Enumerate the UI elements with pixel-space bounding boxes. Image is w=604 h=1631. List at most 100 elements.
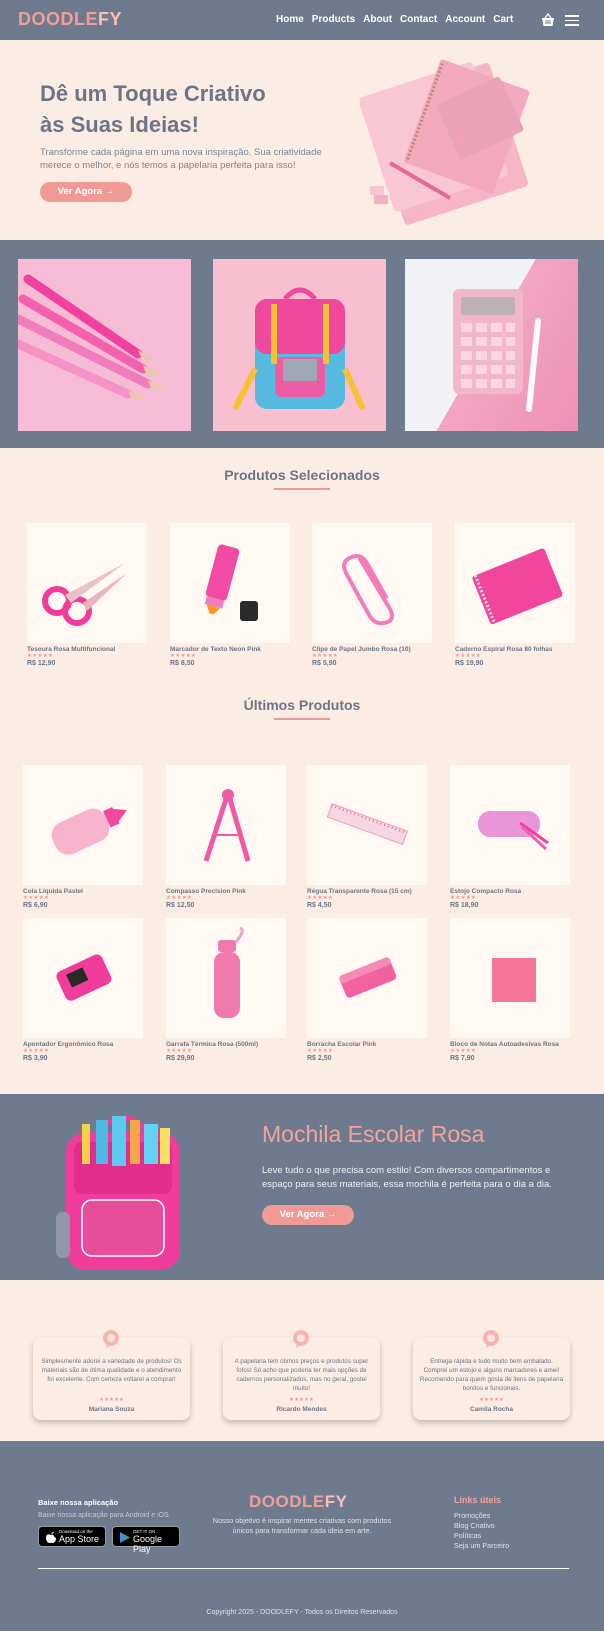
app-download-title: Baixe nossa aplicação bbox=[38, 1498, 119, 1507]
rating-stars: ★★★★★ bbox=[166, 895, 193, 901]
compass-image bbox=[166, 765, 286, 885]
product-name: Clipe de Papel Jumbo Rosa (10) bbox=[312, 646, 411, 653]
footer-link-blog[interactable]: Blog Criativo bbox=[454, 1521, 509, 1531]
product-card[interactable]: Cola Líquida Pastel ★★★★★ R$ 6,90 bbox=[23, 765, 143, 909]
category-strip bbox=[0, 240, 604, 448]
footer-link-parceiro[interactable]: Seja um Parceiro bbox=[454, 1541, 509, 1551]
backpack-image[interactable] bbox=[213, 259, 386, 431]
sticky-notes-image bbox=[450, 918, 570, 1038]
rating-stars: ★★★★★ bbox=[450, 895, 477, 901]
nav-products[interactable]: Products bbox=[312, 14, 355, 25]
scissors-image bbox=[27, 523, 147, 643]
product-price: R$ 29,90 bbox=[166, 1055, 195, 1062]
testimonial-author: Mariana Souza bbox=[88, 1406, 135, 1413]
footer-links: Promoções Blog Criativo Políticas Seja u… bbox=[454, 1511, 509, 1551]
navbar: DOODLEFY Home Products About Contact Acc… bbox=[0, 0, 604, 40]
logo[interactable]: DOODLEFY bbox=[18, 9, 122, 30]
footer-links-title: Links úteis bbox=[454, 1495, 502, 1505]
speech-bubble-icon bbox=[293, 1330, 309, 1348]
footer-link-promocoes[interactable]: Promoções bbox=[454, 1511, 509, 1521]
google-play-button[interactable]: GET IT ON Google Play bbox=[112, 1526, 180, 1554]
rating-stars: ★★★★★ bbox=[289, 1397, 314, 1403]
testimonial-text: A papelaria tem ótimos preços e produtos… bbox=[234, 1358, 369, 1392]
speech-bubble-icon bbox=[483, 1330, 499, 1348]
product-card[interactable]: Estojo Compacto Rosa ★★★★★ R$ 18,90 bbox=[450, 765, 570, 909]
pencils-image[interactable] bbox=[18, 259, 191, 431]
footer-divider bbox=[38, 1568, 569, 1569]
highlighter-image bbox=[170, 523, 290, 643]
rating-stars: ★★★★★ bbox=[307, 1048, 334, 1054]
sharpener-image bbox=[23, 918, 143, 1038]
feature-title: Mochila Escolar Rosa bbox=[262, 1121, 485, 1147]
product-name: Borracha Escolar Pink bbox=[307, 1041, 377, 1048]
testimonial-card: Entrega rápida e tudo muito bem embalado… bbox=[413, 1330, 570, 1420]
copyright: Copyright 2025 - DOODLEFY - Todos os Dir… bbox=[206, 1609, 398, 1616]
product-price: R$ 19,90 bbox=[455, 660, 484, 667]
product-price: R$ 8,50 bbox=[170, 660, 195, 667]
rating-stars: ★★★★★ bbox=[99, 1397, 124, 1403]
feature-cta-button[interactable]: Ver Agora → bbox=[262, 1205, 354, 1225]
footer-logo[interactable]: DOODLEFY bbox=[249, 1492, 347, 1512]
rating-stars: ★★★★★ bbox=[312, 653, 339, 659]
product-name: Estojo Compacto Rosa bbox=[450, 888, 522, 895]
product-price: R$ 2,50 bbox=[307, 1055, 332, 1062]
rating-stars: ★★★★★ bbox=[307, 895, 334, 901]
testimonial-author: Camila Rocha bbox=[470, 1406, 513, 1413]
hero-cta-button[interactable]: Ver Agora → bbox=[40, 182, 132, 202]
product-price: R$ 18,90 bbox=[450, 902, 479, 909]
nav-about[interactable]: About bbox=[363, 14, 392, 25]
selected-section-title: Produtos Selecionados bbox=[224, 467, 380, 483]
footer-link-politicas[interactable]: Políticas bbox=[454, 1531, 509, 1541]
basket-icon[interactable] bbox=[540, 12, 556, 28]
product-card[interactable]: Marcador de Texto Neon Pink ★★★★★ R$ 8,5… bbox=[170, 523, 290, 667]
app-store-button[interactable]: Download on the App Store bbox=[38, 1526, 106, 1547]
nav-links: Home Products About Contact Account Cart bbox=[276, 14, 513, 25]
product-card[interactable]: Régua Transparente Rosa (15 cm) ★★★★★ R$… bbox=[307, 765, 427, 909]
app-download-subtitle: Baixe nossa aplicação para Android e iOS bbox=[38, 1512, 169, 1519]
hamburger-icon[interactable] bbox=[565, 15, 579, 26]
product-card[interactable]: Clipe de Papel Jumbo Rosa (10) ★★★★★ R$ … bbox=[312, 523, 432, 667]
testimonial-card: Simplesmente adorei a variedade de produ… bbox=[33, 1330, 190, 1420]
rating-stars: ★★★★★ bbox=[455, 653, 482, 659]
footer: Baixe nossa aplicação Baixe nossa aplica… bbox=[0, 1441, 604, 1631]
product-card[interactable]: Garrafa Térmica Rosa (500ml) ★★★★★ R$ 29… bbox=[166, 918, 286, 1062]
calculator-image[interactable] bbox=[405, 259, 578, 431]
product-price: R$ 12,90 bbox=[27, 660, 56, 667]
nav-contact[interactable]: Contact bbox=[400, 14, 437, 25]
logo-accent: FY bbox=[98, 9, 123, 29]
product-card[interactable]: Bloco de Notas Autoadesivas Rosa ★★★★★ R… bbox=[450, 918, 570, 1062]
product-name: Marcador de Texto Neon Pink bbox=[170, 646, 261, 653]
testimonial-text: Entrega rápida e tudo muito bem embalado… bbox=[419, 1358, 564, 1392]
logo-main: DOODLE bbox=[18, 9, 99, 29]
rating-stars: ★★★★★ bbox=[166, 1048, 193, 1054]
water-bottle-image bbox=[166, 918, 286, 1038]
product-card[interactable]: Apontador Ergonômico Rosa ★★★★★ R$ 3,90 bbox=[23, 918, 143, 1062]
product-card[interactable]: Compasso Precision Pink ★★★★★ R$ 12,50 bbox=[166, 765, 286, 909]
product-card[interactable]: Borracha Escolar Pink ★★★★★ R$ 2,50 bbox=[307, 918, 427, 1062]
product-price: R$ 5,90 bbox=[312, 660, 337, 667]
nav-home[interactable]: Home bbox=[276, 14, 304, 25]
product-name: Garrafa Térmica Rosa (500ml) bbox=[166, 1041, 259, 1048]
speech-bubble-icon bbox=[103, 1330, 119, 1348]
hero-subtitle: Transforme cada página em uma nova inspi… bbox=[40, 147, 322, 171]
nav-account[interactable]: Account bbox=[445, 14, 485, 25]
feature-text: Leve tudo o que precisa com estilo! Com … bbox=[262, 1165, 552, 1190]
footer-description: Nosso objetivo é inspirar mentes criativ… bbox=[212, 1516, 392, 1535]
footer-logo-accent: FY bbox=[324, 1492, 348, 1511]
product-card[interactable]: Tesoura Rosa Multifuncional ★★★★★ R$ 12,… bbox=[27, 523, 147, 667]
hero-notebooks-image bbox=[360, 59, 530, 225]
testimonial-card: A papelaria tem ótimos preços e produtos… bbox=[223, 1330, 380, 1420]
rating-stars: ★★★★★ bbox=[27, 653, 54, 659]
testimonial-text: Simplesmente adorei a variedade de produ… bbox=[41, 1358, 182, 1383]
product-name: Cola Líquida Pastel bbox=[23, 888, 83, 895]
product-name: Caderno Espiral Rosa 80 folhas bbox=[455, 646, 553, 653]
product-card[interactable]: Caderno Espiral Rosa 80 folhas ★★★★★ R$ … bbox=[455, 523, 575, 667]
pencil-case-image bbox=[450, 765, 570, 885]
latest-section-title: Últimos Produtos bbox=[243, 697, 361, 713]
product-price: R$ 12,50 bbox=[166, 902, 195, 909]
hero-section: Dê um Toque Criativo às Suas Ideias! Tran… bbox=[0, 40, 604, 240]
app-store-label: App Store bbox=[59, 1534, 100, 1544]
glue-image bbox=[23, 765, 143, 885]
nav-cart[interactable]: Cart bbox=[493, 14, 513, 25]
rating-stars: ★★★★★ bbox=[479, 1397, 504, 1403]
